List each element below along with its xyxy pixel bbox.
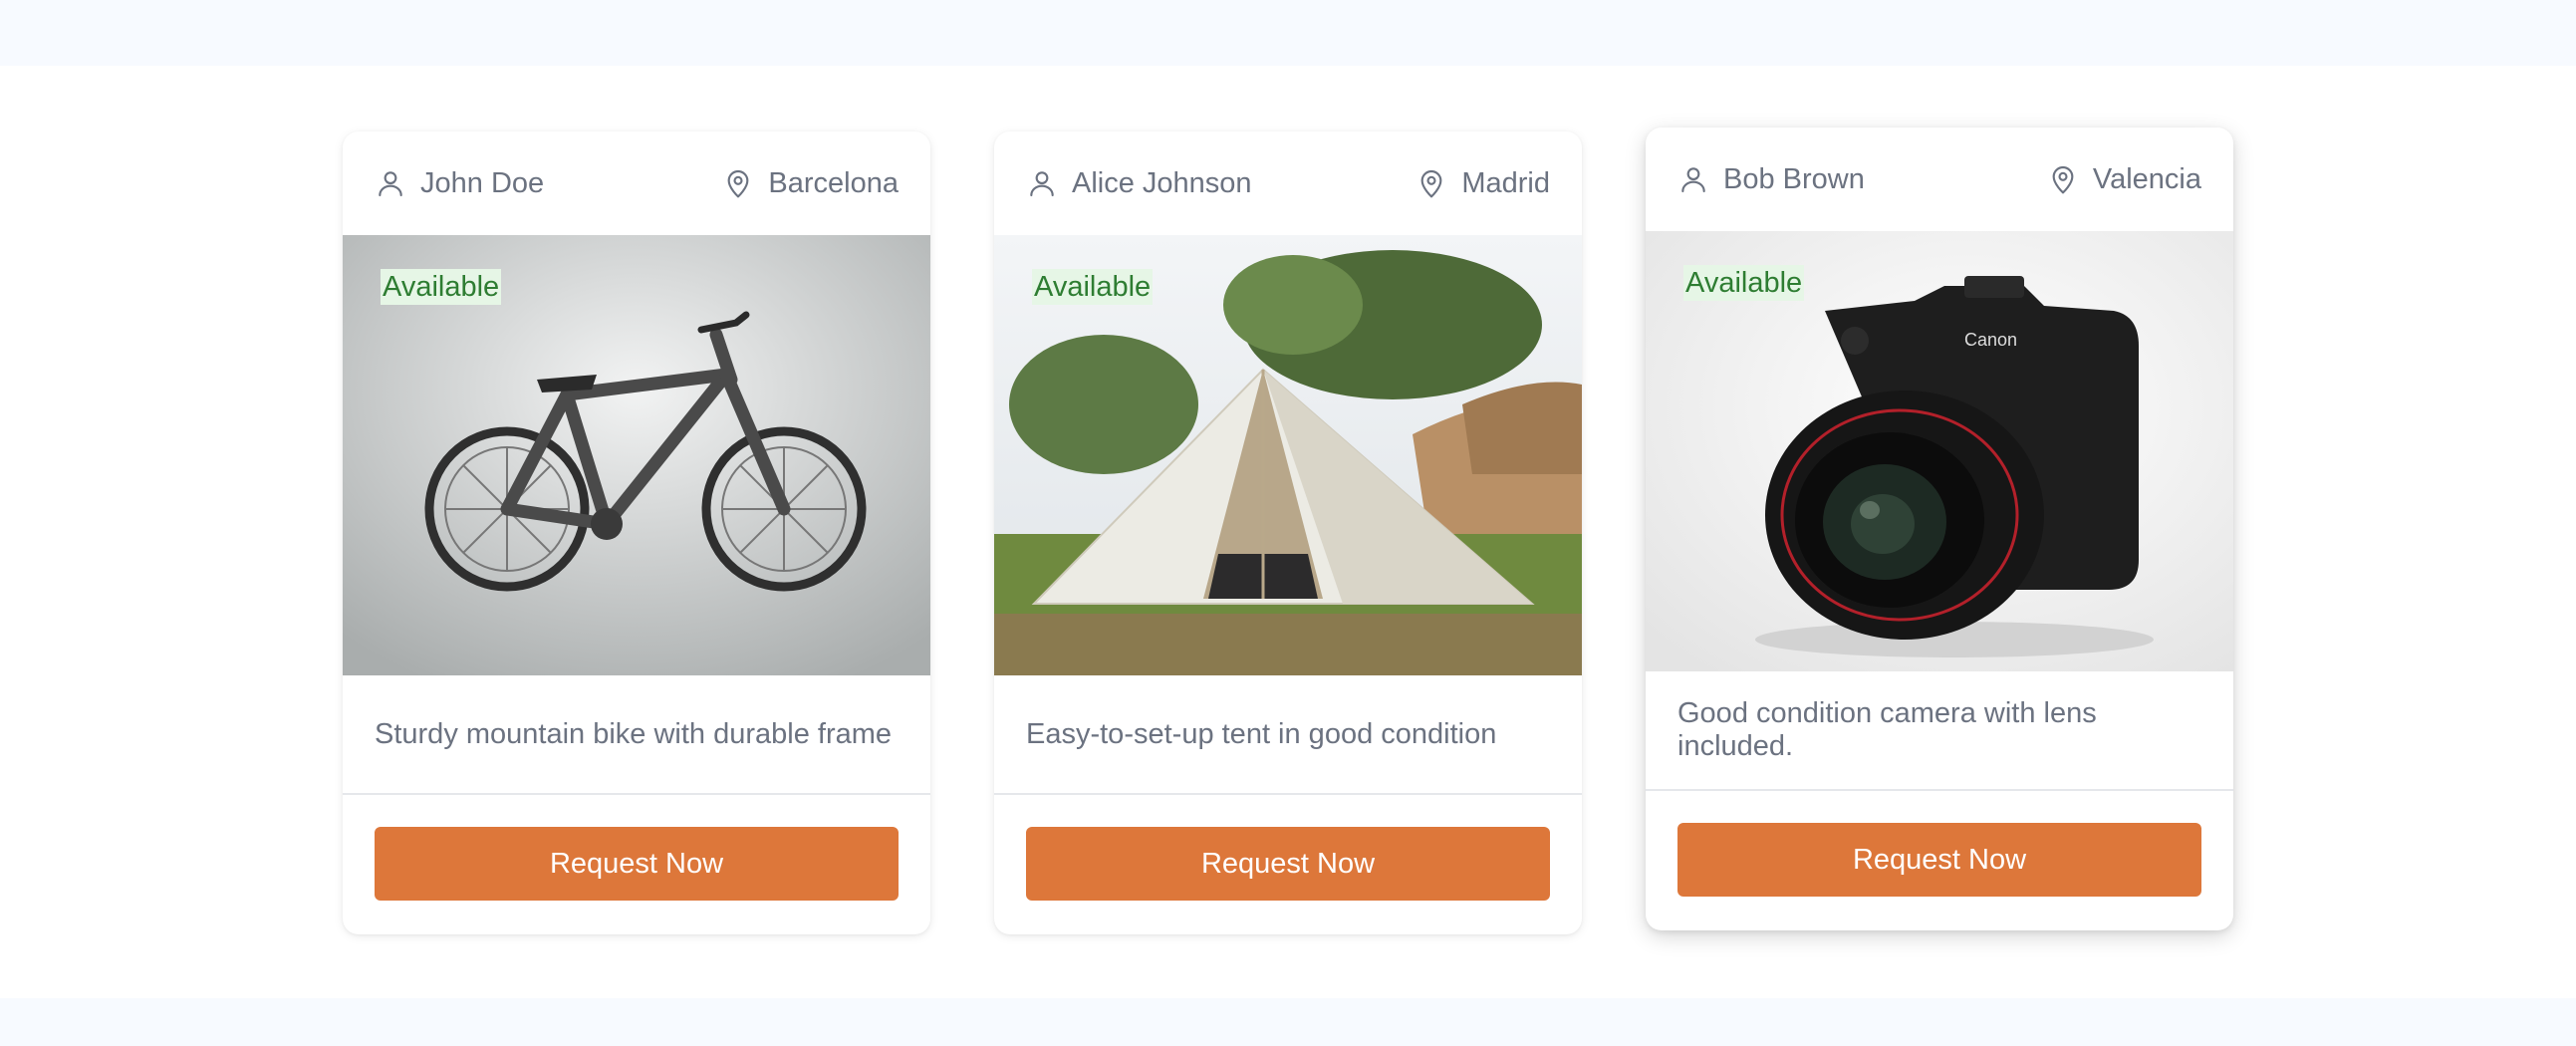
location-name: Barcelona — [768, 166, 899, 199]
owner-info: John Doe — [375, 167, 544, 200]
card-actions: Request Now — [994, 795, 1582, 932]
svg-text:Canon: Canon — [1964, 330, 2017, 350]
request-now-button[interactable]: Request Now — [1026, 827, 1550, 901]
card-header: Alice Johnson Madrid — [994, 131, 1582, 235]
user-icon — [1681, 167, 1705, 193]
location-info: Valencia — [2047, 163, 2201, 196]
page-top-band — [0, 0, 2576, 66]
map-pin-icon — [728, 169, 749, 198]
owner-name: John Doe — [420, 166, 545, 199]
listing-card-camera: Bob Brown Valencia Canon Available Good … — [1646, 128, 2233, 930]
item-image-bike: Available — [343, 235, 930, 675]
status-badge: Available — [1032, 269, 1154, 305]
item-description: Sturdy mountain bike with durable frame — [343, 675, 930, 795]
owner-info: Bob Brown — [1677, 163, 1865, 196]
item-description: Easy-to-set-up tent in good condition — [994, 675, 1582, 795]
location-name: Madrid — [1461, 166, 1550, 199]
card-actions: Request Now — [343, 795, 930, 932]
request-now-button[interactable]: Request Now — [1677, 823, 2201, 897]
item-image-tent: Available — [994, 235, 1582, 675]
owner-info: Alice Johnson — [1026, 167, 1252, 200]
location-info: Madrid — [1416, 167, 1550, 200]
location-name: Valencia — [2092, 162, 2201, 195]
status-badge: Available — [1683, 265, 1805, 301]
listing-card-bike: John Doe Barcelona Available Sturdy moun… — [343, 131, 930, 934]
owner-name: Bob Brown — [1723, 162, 1865, 195]
map-pin-icon — [2052, 165, 2074, 194]
user-icon — [379, 171, 402, 197]
item-image-camera: Canon Available — [1646, 231, 2233, 671]
page-bottom-band — [0, 998, 2576, 1046]
map-pin-icon — [1420, 169, 1442, 198]
user-icon — [1030, 171, 1054, 197]
status-badge: Available — [381, 269, 502, 305]
card-actions: Request Now — [1646, 791, 2233, 928]
listing-card-tent: Alice Johnson Madrid Available Easy-to-s… — [994, 131, 1582, 934]
card-header: Bob Brown Valencia — [1646, 128, 2233, 231]
owner-name: Alice Johnson — [1072, 166, 1252, 199]
item-description: Good condition camera with lens included… — [1646, 671, 2233, 791]
card-header: John Doe Barcelona — [343, 131, 930, 235]
location-info: Barcelona — [722, 167, 899, 200]
request-now-button[interactable]: Request Now — [375, 827, 899, 901]
